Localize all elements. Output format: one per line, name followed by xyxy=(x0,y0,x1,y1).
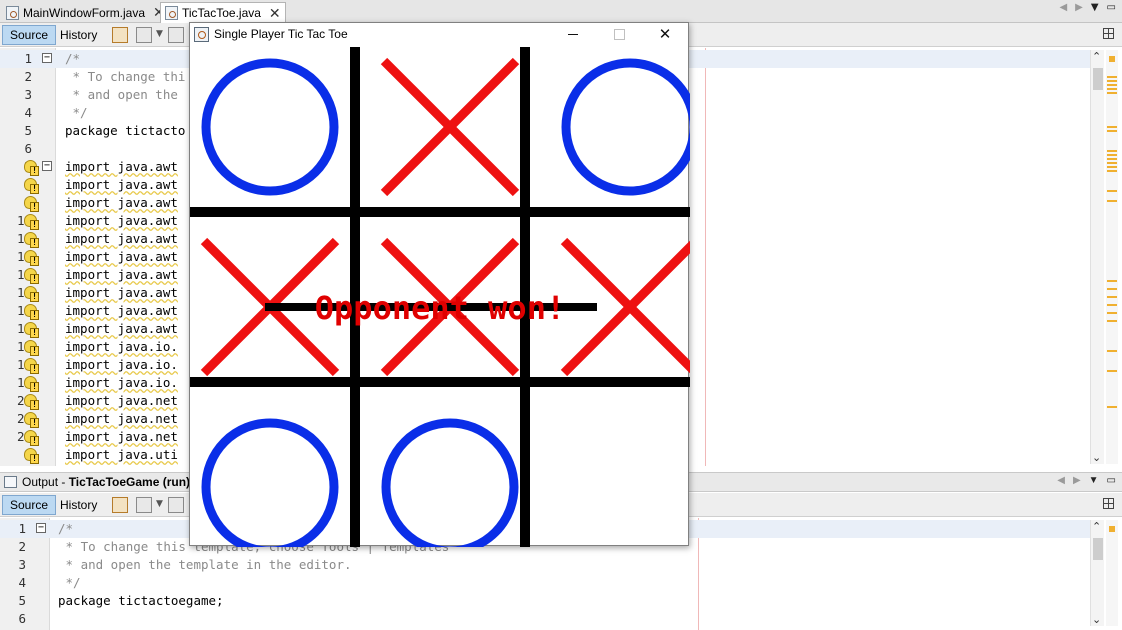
warning-hint-icon[interactable] xyxy=(24,412,39,428)
warning-hint-icon[interactable] xyxy=(24,394,39,410)
file-tab-mainwindowform[interactable]: MainWindowForm.java ✕ xyxy=(2,2,169,23)
game-window-title: Single Player Tic Tac Toe xyxy=(214,27,348,41)
o-mark xyxy=(561,58,690,196)
output-window-icon xyxy=(4,476,17,488)
code-line: 5 package tictactoegame; xyxy=(18,593,224,608)
o-mark xyxy=(381,418,519,547)
output-history-tab-button[interactable]: History xyxy=(52,495,105,515)
scroll-down-icon[interactable]: ⌄ xyxy=(1092,613,1101,626)
o-mark xyxy=(201,58,339,196)
scroll-right-icon[interactable]: ▶ xyxy=(1073,475,1081,486)
warning-hint-icon[interactable] xyxy=(24,160,39,176)
error-stripe[interactable] xyxy=(1106,50,1118,464)
back-icon[interactable] xyxy=(136,27,152,43)
maximize-window-icon[interactable]: ▭ xyxy=(1107,2,1116,13)
output-scrollbar[interactable]: ⌃ ⌄ xyxy=(1090,520,1104,626)
warning-hint-icon[interactable] xyxy=(24,358,39,374)
warning-hint-icon[interactable] xyxy=(24,430,39,446)
warning-hint-icon[interactable] xyxy=(24,196,39,212)
source-tab-button[interactable]: Source xyxy=(2,25,57,45)
forward-icon[interactable] xyxy=(168,497,184,513)
close-button[interactable]: ✕ xyxy=(642,23,688,47)
game-result-message: Opponent won! xyxy=(315,289,565,327)
history-tab-button[interactable]: History xyxy=(52,25,105,45)
error-stripe[interactable] xyxy=(1106,520,1118,626)
scrollbar-thumb[interactable] xyxy=(1093,68,1103,90)
split-editor-icon[interactable] xyxy=(1103,28,1114,39)
maximize-window-icon[interactable]: ▭ xyxy=(1107,475,1116,486)
code-line: 3 * and open the template in the editor. xyxy=(18,557,352,572)
scroll-up-icon[interactable]: ⌃ xyxy=(1092,50,1101,63)
java-app-icon xyxy=(194,27,209,42)
warning-hint-icon[interactable] xyxy=(24,340,39,356)
scrollbar-thumb[interactable] xyxy=(1093,538,1103,560)
output-source-tab-button[interactable]: Source xyxy=(2,495,57,515)
fold-collapse-icon[interactable]: − xyxy=(36,523,46,533)
file-tab-bar: MainWindowForm.java ✕ TicTacToe.java ✕ ◀… xyxy=(0,0,1122,23)
editor-scrollbar[interactable]: ⌃ ⌄ xyxy=(1090,50,1104,464)
java-file-icon xyxy=(165,6,178,20)
warning-hint-icon[interactable] xyxy=(24,448,39,464)
tab-list-dropdown-icon[interactable]: ▼ xyxy=(1091,2,1099,13)
minimize-button[interactable] xyxy=(550,23,596,47)
output-title: Output - TicTacToeGame (run) xyxy=(22,475,191,489)
scroll-left-icon[interactable]: ◀ xyxy=(1059,2,1067,13)
warning-hint-icon[interactable] xyxy=(24,322,39,338)
scroll-left-icon[interactable]: ◀ xyxy=(1057,475,1065,486)
fold-collapse-icon[interactable]: − xyxy=(42,161,52,171)
game-window-titlebar[interactable]: Single Player Tic Tac Toe ✕ xyxy=(190,23,688,47)
warning-hint-icon[interactable] xyxy=(24,376,39,392)
scroll-right-icon[interactable]: ▶ xyxy=(1075,2,1083,13)
scroll-up-icon[interactable]: ⌃ xyxy=(1092,520,1101,533)
chevron-down-icon[interactable]: ▼ xyxy=(156,29,163,39)
code-line: 4 */ xyxy=(18,575,81,590)
file-tab-label: MainWindowForm.java xyxy=(23,5,146,20)
tab-navigation: ◀ ▶ ▼ ▭ xyxy=(1059,2,1122,13)
close-tab-icon[interactable]: ✕ xyxy=(269,5,281,22)
empty-cell xyxy=(550,407,690,547)
grid-line xyxy=(190,377,690,387)
warning-hint-icon[interactable] xyxy=(24,286,39,302)
chevron-down-icon[interactable]: ▼ xyxy=(1089,475,1099,486)
forward-icon[interactable] xyxy=(168,27,184,43)
output-navigation: ◀ ▶ ▼ ▭ xyxy=(1057,475,1122,486)
game-window: Single Player Tic Tac Toe ✕ Opponent won… xyxy=(189,22,690,547)
warning-hint-icon[interactable] xyxy=(24,232,39,248)
last-edit-icon[interactable] xyxy=(112,497,128,513)
maximize-button[interactable] xyxy=(596,23,642,47)
o-mark xyxy=(201,418,339,547)
chevron-down-icon[interactable]: ▼ xyxy=(156,499,163,509)
grid-line xyxy=(190,207,690,217)
file-tab-label: TicTacToe.java xyxy=(182,6,261,20)
back-icon[interactable] xyxy=(136,497,152,513)
scroll-down-icon[interactable]: ⌄ xyxy=(1092,451,1101,464)
warning-hint-icon[interactable] xyxy=(24,304,39,320)
fold-collapse-icon[interactable]: − xyxy=(42,53,52,63)
java-file-icon xyxy=(6,5,19,20)
code-line: 6 xyxy=(18,611,26,626)
last-edit-icon[interactable] xyxy=(112,27,128,43)
warning-hint-icon[interactable] xyxy=(24,178,39,194)
warning-hint-icon[interactable] xyxy=(24,268,39,284)
split-editor-icon[interactable] xyxy=(1103,498,1114,509)
tic-tac-toe-board[interactable]: Opponent won! xyxy=(190,47,690,547)
warning-hint-icon[interactable] xyxy=(24,250,39,266)
warning-hint-icon[interactable] xyxy=(24,214,39,230)
file-tab-tictactoe[interactable]: TicTacToe.java ✕ xyxy=(160,2,286,23)
